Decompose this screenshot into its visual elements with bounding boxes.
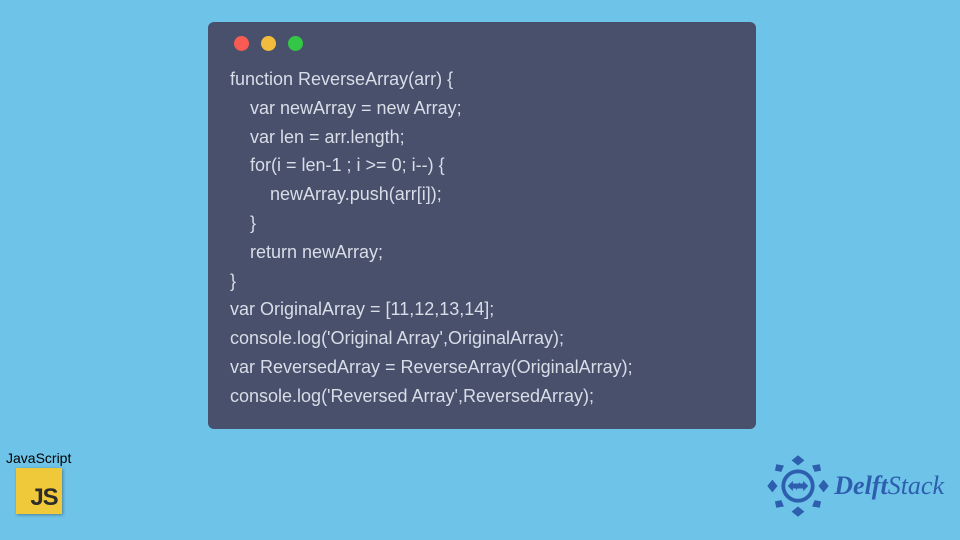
delftstack-brand: </> DelftStack [766,454,944,518]
code-block: function ReverseArray(arr) { var newArra… [230,65,734,411]
maximize-icon [288,36,303,51]
minimize-icon [261,36,276,51]
delftstack-brand-bold: Delft [834,471,887,500]
close-icon [234,36,249,51]
delftstack-brand-text: DelftStack [834,471,944,501]
svg-text:</>: </> [790,482,806,492]
javascript-label: JavaScript [6,450,71,466]
window-traffic-lights [230,36,734,51]
delftstack-logo-icon: </> [766,454,830,518]
javascript-logo-icon: JS [16,468,62,514]
delftstack-brand-rest: Stack [888,471,944,500]
javascript-badge: JavaScript JS [6,450,71,514]
javascript-logo-text: JS [30,484,57,512]
code-window: function ReverseArray(arr) { var newArra… [208,22,756,429]
